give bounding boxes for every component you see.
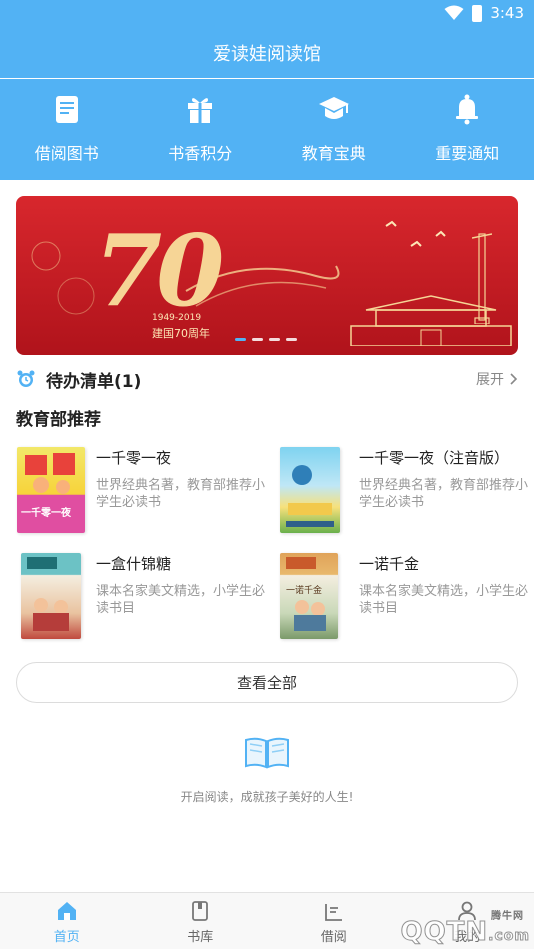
- cover-title: 一千零一夜: [21, 508, 71, 519]
- view-all-label: 查看全部: [236, 674, 297, 692]
- alarm-clock-icon: [17, 370, 35, 387]
- tab-label: 书库: [187, 930, 214, 945]
- app-header: 爱读娃阅读馆: [0, 28, 534, 78]
- pagination-dot[interactable]: [252, 338, 263, 341]
- tab-label: 首页: [53, 930, 80, 945]
- quick-nav-label: 书香积分: [168, 144, 233, 163]
- watermark-text: QQTN: [400, 917, 489, 948]
- quick-nav: 借阅图书 书香积分 教育宝典 重要通知: [0, 79, 534, 180]
- wifi-icon: [444, 5, 464, 20]
- section-title: 教育部推荐: [16, 410, 101, 430]
- gift-icon: [188, 98, 213, 123]
- watermark-domain: .com: [488, 928, 530, 945]
- home-icon: [57, 902, 76, 920]
- open-book-icon: [245, 737, 289, 769]
- book-icon: [55, 96, 78, 123]
- view-all-button[interactable]: 查看全部: [16, 662, 518, 703]
- cover-illustration: [286, 465, 334, 527]
- huabiao-pillar-illustration: [472, 233, 492, 324]
- graduation-cap-icon: [318, 97, 349, 119]
- todo-expand-button[interactable]: 展开: [476, 369, 518, 389]
- cover-illustration: [25, 453, 75, 494]
- cover-illustration: [286, 557, 326, 631]
- todo-title: 待办清单(1): [46, 371, 142, 392]
- battery-icon: [472, 4, 483, 22]
- bell-icon: [456, 94, 479, 125]
- banner-headline: 70: [94, 214, 224, 329]
- quick-nav-borrow-books[interactable]: 借阅图书: [0, 79, 134, 180]
- cover-illustration: [27, 557, 69, 631]
- quick-nav-label: 借阅图书: [34, 144, 99, 163]
- book-title: 一千零一夜: [96, 449, 172, 467]
- book-description: 世界经典名著，教育部推荐小学生必读书: [359, 478, 529, 510]
- quick-nav-edu-guide[interactable]: 教育宝典: [267, 79, 401, 180]
- todo-row[interactable]: 待办清单(1) 展开: [16, 366, 518, 392]
- borrow-icon: [324, 904, 342, 921]
- tab-borrow[interactable]: 借阅: [267, 893, 401, 949]
- footer-slogan: 开启阅读，成就孩子美好的人生!: [180, 790, 354, 804]
- banner-caption: 建国70周年: [152, 327, 210, 340]
- status-time: 3:43: [490, 4, 524, 22]
- quick-nav-points[interactable]: 书香积分: [134, 79, 268, 180]
- tab-home[interactable]: 首页: [0, 893, 134, 949]
- bottom-tab-bar: 首页 书库 借阅 我的 腾牛网 QQTN.com: [0, 892, 534, 949]
- banner-pagination: [235, 338, 297, 341]
- watermark-logo: 腾牛网 QQTN.com: [400, 911, 530, 948]
- book-cover: [280, 447, 340, 533]
- book-card[interactable]: 一千零一夜（注音版） 世界经典名著，教育部推荐小学生必读书: [280, 447, 528, 535]
- book-title: 一盒什锦糖: [96, 555, 172, 573]
- tab-label: 借阅: [320, 930, 347, 945]
- book-description: 世界经典名著，教育部推荐小学生必读书: [96, 478, 266, 510]
- book-cover: [21, 553, 81, 639]
- tab-library[interactable]: 书库: [134, 893, 268, 949]
- pagination-dot[interactable]: [286, 338, 297, 341]
- book-card[interactable]: 一诺千金 一诺千金 课本名家美文精选，小学生必读书目: [280, 553, 528, 641]
- quick-nav-label: 教育宝典: [301, 144, 366, 163]
- banner-years: 1949-2019: [152, 313, 202, 323]
- status-icons: 3:43: [444, 4, 524, 22]
- chevron-right-icon: [510, 373, 518, 385]
- todo-expand-label: 展开: [476, 372, 504, 388]
- watermark-sub: 腾牛网: [491, 911, 524, 922]
- book-title: 一诺千金: [359, 555, 420, 573]
- book-description: 课本名家美文精选，小学生必读书目: [359, 584, 529, 616]
- pagination-dot[interactable]: [269, 338, 280, 341]
- library-icon: [192, 901, 209, 921]
- pagination-dot[interactable]: [235, 338, 246, 341]
- book-description: 课本名家美文精选，小学生必读书目: [96, 584, 266, 616]
- quick-nav-label: 重要通知: [435, 144, 500, 163]
- cover-title: 一诺千金: [286, 586, 323, 596]
- book-cover: 一诺千金: [280, 553, 338, 639]
- book-card[interactable]: 一千零一夜 一千零一夜 世界经典名著，教育部推荐小学生必读书: [17, 447, 265, 535]
- page-title: 爱读娃阅读馆: [213, 44, 321, 65]
- book-cover: 一千零一夜: [17, 447, 85, 533]
- book-card[interactable]: 一盒什锦糖 课本名家美文精选，小学生必读书目: [17, 553, 265, 641]
- promo-banner[interactable]: 70 1949-2019 建国70周年: [16, 196, 518, 355]
- quick-nav-notices[interactable]: 重要通知: [401, 79, 534, 180]
- book-title: 一千零一夜（注音版）: [359, 449, 510, 467]
- status-bar: 3:43: [0, 0, 534, 28]
